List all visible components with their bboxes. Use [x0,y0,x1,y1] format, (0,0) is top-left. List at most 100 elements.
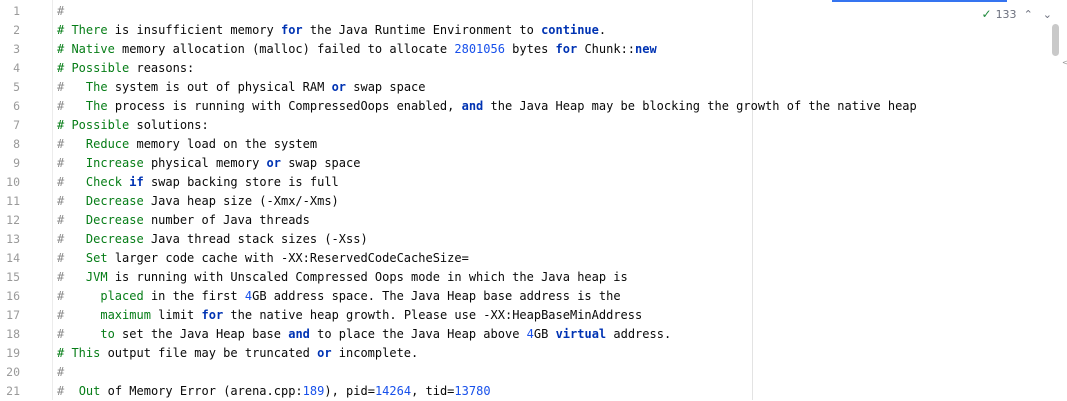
code-line[interactable]: # This output file may be truncated or i… [57,344,418,363]
code-line[interactable]: # to set the Java Heap base and to place… [57,325,671,344]
code-token: for [555,42,578,56]
code-token: # [57,99,86,113]
code-token: # This [57,346,108,360]
code-token: is running with Unscaled Compressed Oops… [114,270,628,284]
code-line[interactable]: # Reduce memory load on the system [57,135,317,154]
line-number[interactable]: 19 [0,344,20,363]
code-line[interactable]: # The process is running with Compressed… [57,97,917,116]
line-number[interactable]: 17 [0,306,20,325]
inspection-widget[interactable]: ✓ 133 ⌃ ⌄ [982,6,1056,22]
line-number[interactable]: 15 [0,268,20,287]
fold-edge-icon: < [1062,58,1067,67]
code-token: ), pid= [324,384,375,398]
line-number[interactable]: 2 [0,21,20,40]
code-token: 13780 [454,384,491,398]
previous-highlight-icon[interactable]: ⌃ [1021,8,1036,21]
code-line[interactable]: # Out of Memory Error (arena.cpp:189), p… [57,382,491,401]
code-token: Chunk:: [577,42,636,56]
code-token: output file may be truncated [107,346,318,360]
line-number[interactable]: 12 [0,211,20,230]
code-line[interactable]: # [57,363,64,382]
code-token: system is out of physical RAM [114,80,332,94]
line-number[interactable]: 16 [0,287,20,306]
line-number[interactable]: 7 [0,116,20,135]
code-token: if [129,175,144,189]
code-token: incomplete. [331,346,419,360]
code-line[interactable]: # Possible reasons: [57,59,194,78]
code-token: # There [57,23,115,37]
code-token: set the Java Heap base [122,327,289,341]
code-token: The [85,99,115,113]
code-line[interactable]: # There is insufficient memory for the J… [57,21,606,40]
code-token: larger code cache with -XX:ReservedCodeC… [114,251,469,265]
line-number[interactable]: 11 [0,192,20,211]
code-line[interactable]: # Decrease Java heap size (-Xmx/-Xms) [57,192,339,211]
line-number[interactable]: 14 [0,249,20,268]
next-highlight-icon[interactable]: ⌄ [1040,8,1055,21]
code-token: # [57,308,101,322]
code-token: new [635,42,657,56]
code-token: # [57,213,86,227]
code-token: bytes [504,42,556,56]
line-number[interactable]: 1 [0,2,20,21]
code-token: # [57,270,86,284]
code-line[interactable]: # Check if swap backing store is full [57,173,339,192]
code-line[interactable]: # JVM is running with Unscaled Compresse… [57,268,628,287]
code-token: # [57,175,86,189]
code-token: Java heap size (-Xmx/-Xms) [150,194,339,208]
code-token: Java thread stack sizes (-Xss) [150,232,368,246]
line-number[interactable]: 9 [0,154,20,173]
code-token: is insufficient memory [114,23,281,37]
code-line[interactable]: # The system is out of physical RAM or s… [57,78,426,97]
code-line[interactable]: # Decrease number of Java threads [57,211,310,230]
code-token: virtual [555,327,607,341]
code-token: in the first [150,289,245,303]
code-token: to [100,327,123,341]
code-token: Set [85,251,115,265]
code-line[interactable]: # Native memory allocation (malloc) fail… [57,40,657,59]
code-token: of Memory Error (arena.cpp: [107,384,303,398]
line-number[interactable]: 4 [0,59,20,78]
code-token: Decrease [85,194,151,208]
code-line[interactable]: # Increase physical memory or swap space [57,154,360,173]
code-token: 2801056 [454,42,505,56]
line-number[interactable]: 13 [0,230,20,249]
code-token: and [288,327,310,341]
code-token: 189 [302,384,325,398]
code-token: Decrease [85,213,151,227]
code-line[interactable]: # maximum limit for the native heap grow… [57,306,642,325]
code-token: memory load on the system [136,137,318,151]
vertical-scrollbar-thumb[interactable] [1052,24,1059,56]
line-number[interactable]: 8 [0,135,20,154]
code-token: the Java Runtime Environment to [302,23,542,37]
code-token: # [57,156,86,170]
code-token: or [317,346,332,360]
code-token: memory allocation (malloc) failed to all… [122,42,455,56]
code-line[interactable]: # Set larger code cache with -XX:Reserve… [57,249,469,268]
line-number[interactable]: 20 [0,363,20,382]
code-token: # [57,289,101,303]
code-token: JVM [85,270,115,284]
line-number-gutter[interactable]: 1 2 3 4 5 6 7 8 9 10 11 12 13 14 15 16 17 18 19 20 21 [0,0,52,400]
line-number[interactable]: 6 [0,97,20,116]
line-number[interactable]: 18 [0,325,20,344]
code-token: limit [158,308,202,322]
code-line[interactable]: # placed in the first 4GB address space.… [57,287,621,306]
code-token: # [57,4,65,18]
code-token: solutions: [136,118,209,132]
line-number[interactable]: 10 [0,173,20,192]
code-line[interactable]: # Decrease Java thread stack sizes (-Xss… [57,230,368,249]
code-token: The [85,80,115,94]
code-editor[interactable]: 1 2 3 4 5 6 7 8 9 10 11 12 13 14 15 16 17 18 19 20 21 # # The… [0,0,1067,400]
code-line[interactable]: # [57,2,64,21]
code-line[interactable]: # Possible solutions: [57,116,209,135]
code-token: continue [541,23,599,37]
line-number[interactable]: 3 [0,40,20,59]
check-icon: ✓ [981,7,992,21]
code-token: # [57,80,86,94]
code-token: address. [606,327,672,341]
line-number[interactable]: 5 [0,78,20,97]
line-number[interactable]: 21 [0,382,20,401]
code-token: # Possible [57,61,137,75]
code-token: physical memory [150,156,267,170]
